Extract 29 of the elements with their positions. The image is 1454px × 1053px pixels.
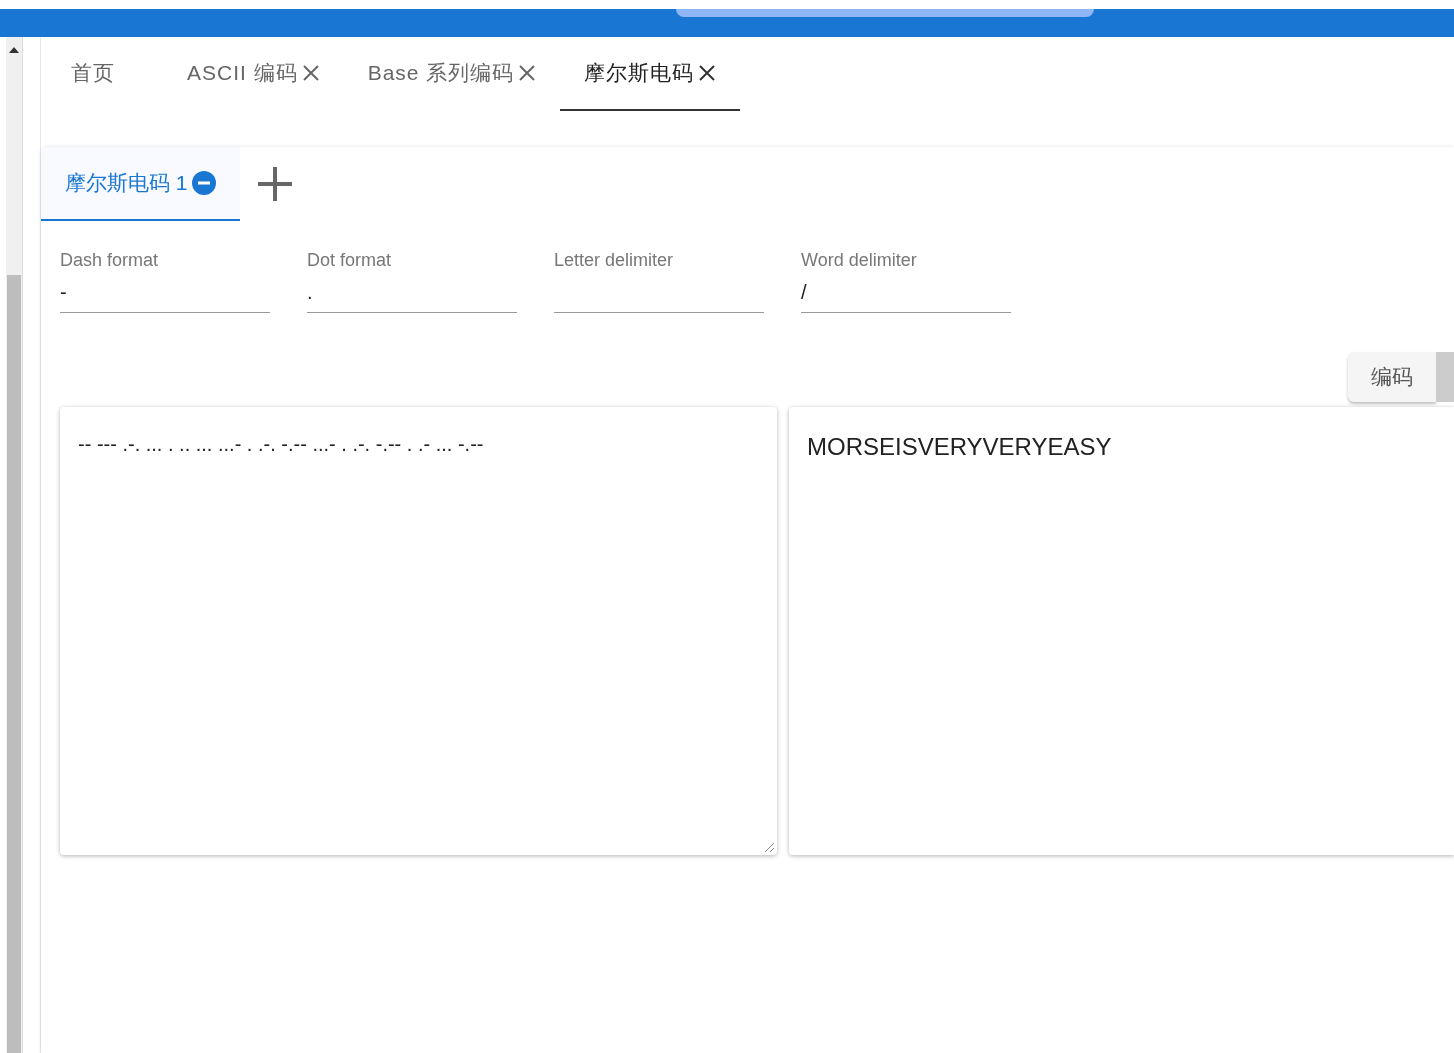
page-tab[interactable]: ASCII 编码 — [163, 37, 344, 111]
field-label: Letter delimiter — [554, 249, 675, 272]
text-field[interactable]: Dash format - — [60, 247, 270, 313]
close-icon[interactable] — [301, 64, 320, 82]
input-text-area[interactable]: -- --- .-. ... . .. ... ...- . .-. -.-- ...- . .-. -.-- . .- ... -.-- — [60, 407, 777, 855]
scrollbar-thumb[interactable] — [7, 275, 21, 1053]
scroll-up-arrow-icon[interactable] — [9, 47, 19, 53]
close-icon[interactable] — [518, 64, 537, 82]
text-field[interactable]: Dot format . — [307, 247, 517, 313]
scrollbar[interactable] — [6, 37, 23, 1053]
field-value: - — [60, 280, 68, 304]
remove-icon[interactable] — [191, 171, 216, 195]
field-value: . — [307, 280, 314, 304]
button-background — [1436, 352, 1454, 402]
page-tab[interactable]: Base 系列编码 — [343, 37, 561, 111]
sub-tab[interactable]: 摩尔斯电码 1 — [41, 147, 240, 221]
field-label: Word delimiter — [801, 249, 918, 272]
page-tab[interactable]: 首页 — [41, 37, 163, 111]
field-label: Dash format — [60, 249, 160, 272]
field-label: Dot format — [307, 249, 393, 272]
field-value: / — [801, 280, 808, 304]
text-field[interactable]: Word delimiter / — [801, 247, 1011, 313]
resize-handle-icon[interactable] — [763, 841, 775, 853]
output-text-area[interactable]: MORSEISVERYVERYEASY — [789, 407, 1454, 855]
close-icon[interactable] — [698, 64, 717, 82]
encode-button[interactable]: 编码 — [1348, 352, 1436, 402]
add-icon[interactable] — [255, 165, 294, 203]
page-tab[interactable]: 摩尔斯电码 — [560, 37, 741, 111]
text-field[interactable]: Letter delimiter — [554, 247, 764, 313]
